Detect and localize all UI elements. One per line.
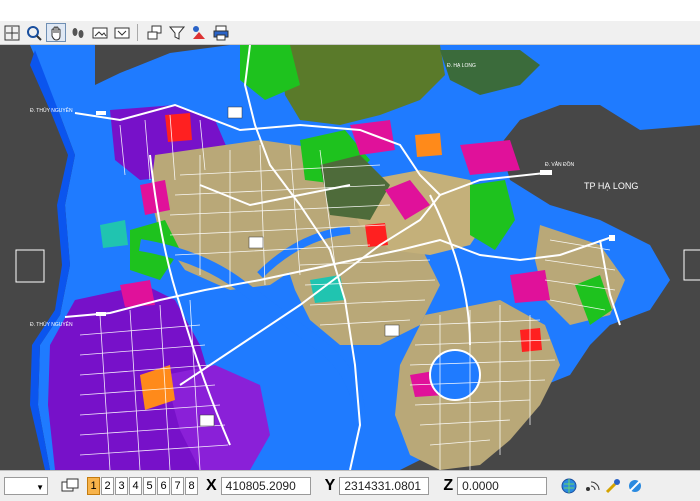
satellite-icon[interactable] (603, 477, 623, 496)
map-canvas[interactable]: TP HẠ LONG Đ. HẠ LONG Đ. THỦY NGUYÊN Đ. … (0, 45, 700, 470)
pan-extents-icon[interactable] (2, 23, 22, 42)
zoom-icon[interactable] (24, 23, 44, 42)
footprint-icon[interactable] (68, 23, 88, 42)
label-d-thuy-nguyen-left: Đ. THỦY NGUYÊN (30, 320, 73, 328)
window-icon[interactable] (90, 23, 110, 42)
y-coordinate-field[interactable]: 2314331.0801 (339, 477, 430, 495)
label-d-ha-long: Đ. HẠ LONG (447, 63, 476, 69)
gps-signal-icon[interactable] (581, 477, 601, 496)
viewport-tab-2[interactable]: 2 (101, 477, 114, 495)
status-bar: ▼ 1 2 3 4 5 6 7 8 X 410805.2090 Y 231433… (0, 470, 700, 501)
network-icon[interactable] (625, 477, 645, 496)
scale-dropdown[interactable]: ▼ (4, 477, 48, 495)
viewport-tab-1[interactable]: 1 (87, 477, 100, 495)
x-coordinate-field[interactable]: 410805.2090 (220, 477, 311, 495)
viewport-tab-6[interactable]: 6 (157, 477, 170, 495)
z-coordinate-field[interactable]: 0.0000 (457, 477, 548, 495)
title-strip (0, 0, 700, 21)
view-toolbar (0, 21, 700, 45)
viewport-tab-5[interactable]: 5 (143, 477, 156, 495)
globe-icon[interactable] (559, 477, 579, 496)
z-coordinate-label: Z (443, 477, 454, 494)
viewport-tabs: 1 2 3 4 5 6 7 8 (86, 477, 198, 495)
layer-icon[interactable] (145, 23, 165, 42)
chevron-down-icon: ▼ (36, 483, 44, 492)
filter-icon[interactable] (167, 23, 187, 42)
viewport-select-icon[interactable] (60, 477, 80, 496)
toolbar-separator (137, 24, 138, 41)
label-d-van-don: Đ. VÂN ĐỒN (545, 161, 575, 168)
x-coordinate-label: X (206, 477, 217, 494)
hand-pan-icon[interactable] (46, 23, 66, 42)
label-ha-long: TP HẠ LONG (584, 181, 638, 191)
select-tool-icon[interactable] (189, 23, 209, 42)
y-coordinate-label: Y (324, 477, 336, 494)
viewport-tab-7[interactable]: 7 (171, 477, 184, 495)
viewport-tab-3[interactable]: 3 (115, 477, 128, 495)
print-icon[interactable] (211, 23, 231, 42)
viewport-tab-8[interactable]: 8 (185, 477, 198, 495)
viewport-tab-4[interactable]: 4 (129, 477, 142, 495)
label-d-thuy-nguyen-top: Đ. THỦY NGUYÊN (30, 106, 73, 114)
window-zoom-icon[interactable] (112, 23, 132, 42)
